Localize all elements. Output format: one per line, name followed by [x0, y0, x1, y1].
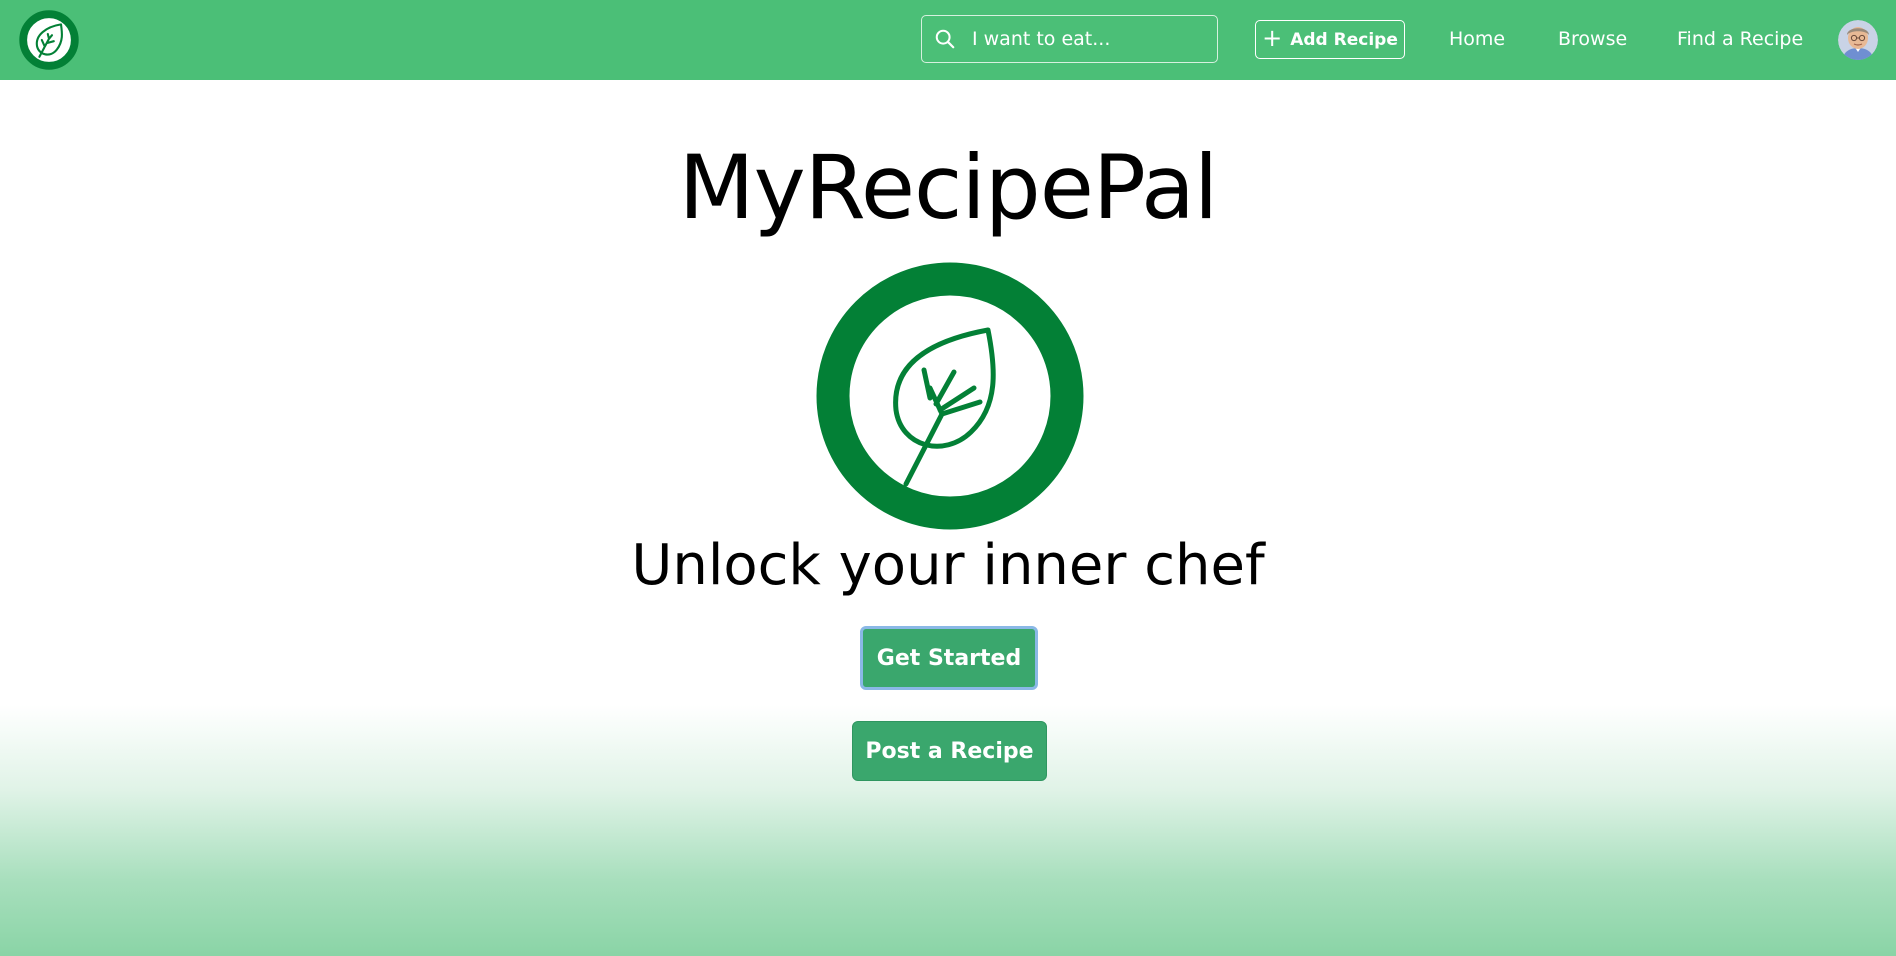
- add-recipe-label: Add Recipe: [1290, 29, 1398, 50]
- search-input[interactable]: [972, 22, 1207, 56]
- hero-leaf-icon: [816, 262, 1084, 530]
- post-recipe-button[interactable]: Post a Recipe: [852, 721, 1047, 781]
- search-icon: [935, 29, 955, 49]
- nav-link-browse[interactable]: Browse: [1558, 28, 1627, 50]
- tagline: Unlock your inner chef: [631, 533, 1265, 598]
- add-recipe-button[interactable]: + Add Recipe: [1255, 20, 1405, 59]
- app-title: MyRecipePal: [678, 136, 1219, 239]
- page: + Add Recipe Home Browse Find a Recipe M…: [0, 0, 1896, 956]
- nav-logo-leaf-icon[interactable]: [19, 10, 79, 70]
- navbar: + Add Recipe Home Browse Find a Recipe: [0, 0, 1896, 80]
- nav-link-find-recipe[interactable]: Find a Recipe: [1677, 28, 1803, 50]
- plus-icon: +: [1262, 24, 1283, 52]
- avatar[interactable]: [1838, 20, 1878, 60]
- search-box[interactable]: [921, 15, 1218, 63]
- nav-link-home[interactable]: Home: [1449, 28, 1505, 50]
- get-started-button[interactable]: Get Started: [860, 626, 1038, 690]
